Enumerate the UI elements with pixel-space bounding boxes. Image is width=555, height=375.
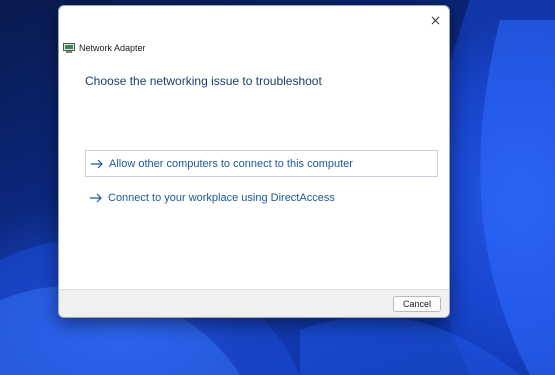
cancel-button[interactable]: Cancel [393, 296, 441, 312]
network-adapter-icon [63, 42, 75, 53]
close-button[interactable] [421, 6, 449, 34]
arrow-right-icon [90, 193, 102, 202]
troubleshooter-dialog: Network Adapter Choose the networking is… [58, 5, 450, 318]
desktop: Network Adapter Choose the networking is… [0, 0, 555, 375]
option-label: Allow other computers to connect to this… [109, 157, 353, 170]
window-titlebar: Network Adapter [63, 41, 146, 55]
page-heading: Choose the networking issue to troublesh… [85, 74, 322, 88]
dialog-footer: Cancel [59, 289, 449, 317]
arrow-right-icon [91, 159, 103, 168]
close-icon [431, 16, 439, 24]
option-allow-incoming-connections[interactable]: Allow other computers to connect to this… [85, 150, 438, 177]
option-label: Connect to your workplace using DirectAc… [108, 191, 335, 204]
window-title: Network Adapter [79, 43, 146, 53]
option-directaccess[interactable]: Connect to your workplace using DirectAc… [85, 184, 438, 211]
